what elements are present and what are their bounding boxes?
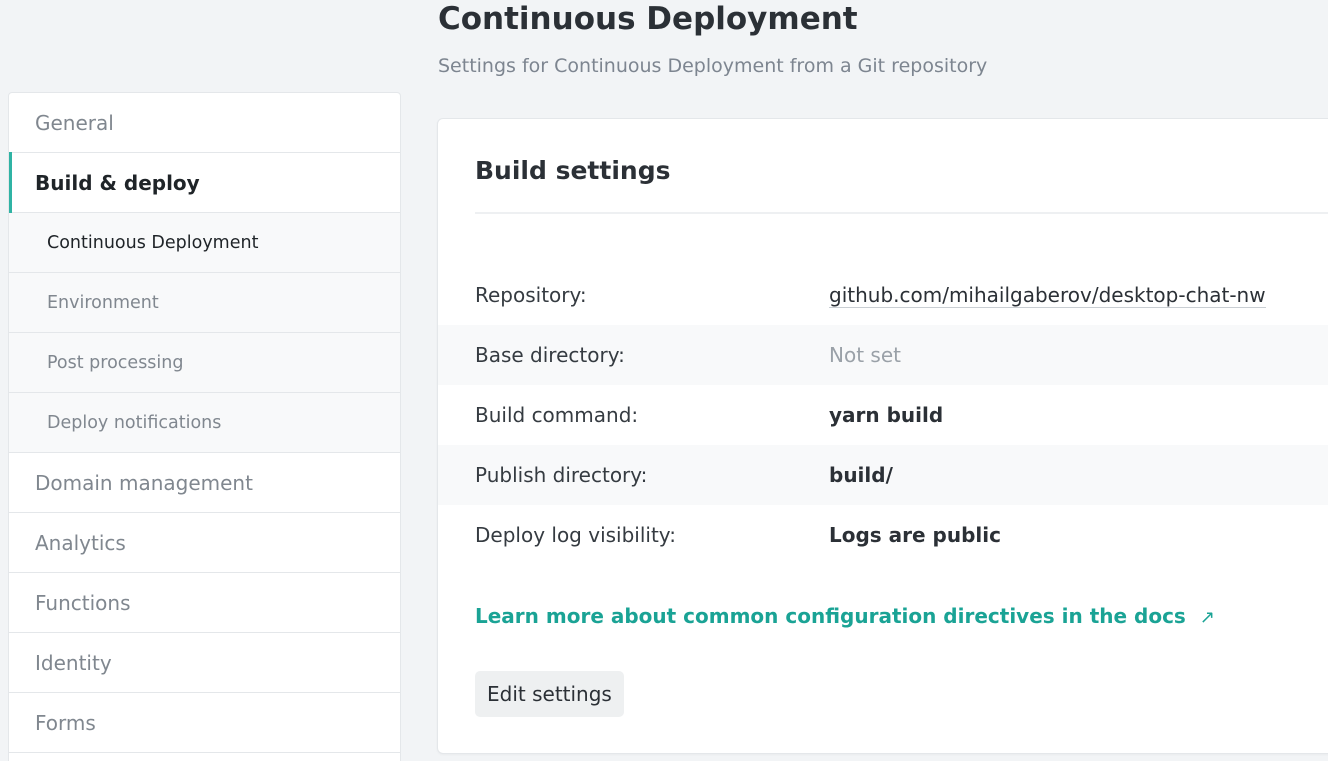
docs-link-text: Learn more about common configuration di…: [475, 604, 1186, 628]
settings-row-base-directory: Base directory: Not set: [438, 325, 1328, 385]
settings-row-build-command: Build command: yarn build: [438, 385, 1328, 445]
repository-link[interactable]: github.com/mihailgaberov/desktop-chat-nw: [829, 283, 1266, 308]
sidebar-item-functions[interactable]: Functions: [9, 573, 400, 633]
page-title: Continuous Deployment: [438, 1, 858, 37]
external-link-icon: ↗: [1199, 607, 1215, 628]
deploy-log-visibility-label: Deploy log visibility:: [475, 523, 676, 547]
publish-directory-label: Publish directory:: [475, 463, 648, 487]
settings-sidebar: General Build & deploy Continuous Deploy…: [8, 92, 401, 761]
build-settings-card: Build settings Repository: github.com/mi…: [437, 118, 1328, 754]
sidebar-item-domain-management[interactable]: Domain management: [9, 453, 400, 513]
settings-row-deploy-log-visibility: Deploy log visibility: Logs are public: [438, 505, 1328, 565]
page-subtitle: Settings for Continuous Deployment from …: [438, 55, 988, 77]
settings-row-repository: Repository: github.com/mihailgaberov/des…: [438, 265, 1328, 325]
repository-label: Repository:: [475, 283, 587, 307]
base-directory-label: Base directory:: [475, 343, 625, 367]
card-title: Build settings: [475, 156, 671, 185]
sidebar-item-build-deploy[interactable]: Build & deploy: [9, 152, 400, 213]
card-divider: [475, 212, 1328, 214]
sidebar-subitem-environment[interactable]: Environment: [9, 273, 400, 333]
sidebar-item-forms[interactable]: Forms: [9, 693, 400, 753]
settings-list: Repository: github.com/mihailgaberov/des…: [438, 265, 1328, 565]
edit-settings-button[interactable]: Edit settings: [475, 671, 624, 717]
sidebar-item-general[interactable]: General: [9, 93, 400, 153]
sidebar-subitem-deploy-notifications[interactable]: Deploy notifications: [9, 393, 400, 453]
deploy-log-visibility-value: Logs are public: [829, 523, 1001, 547]
settings-row-publish-directory: Publish directory: build/: [438, 445, 1328, 505]
docs-link[interactable]: Learn more about common configuration di…: [475, 604, 1215, 628]
page: Continuous Deployment Settings for Conti…: [0, 0, 1328, 761]
sidebar-item-analytics[interactable]: Analytics: [9, 513, 400, 573]
base-directory-value: Not set: [829, 343, 901, 367]
sidebar-subitem-post-processing[interactable]: Post processing: [9, 333, 400, 393]
publish-directory-value: build/: [829, 463, 893, 487]
build-command-label: Build command:: [475, 403, 639, 427]
sidebar-subitem-continuous-deployment[interactable]: Continuous Deployment: [9, 213, 400, 273]
sidebar-item-identity[interactable]: Identity: [9, 633, 400, 693]
build-command-value: yarn build: [829, 403, 944, 427]
